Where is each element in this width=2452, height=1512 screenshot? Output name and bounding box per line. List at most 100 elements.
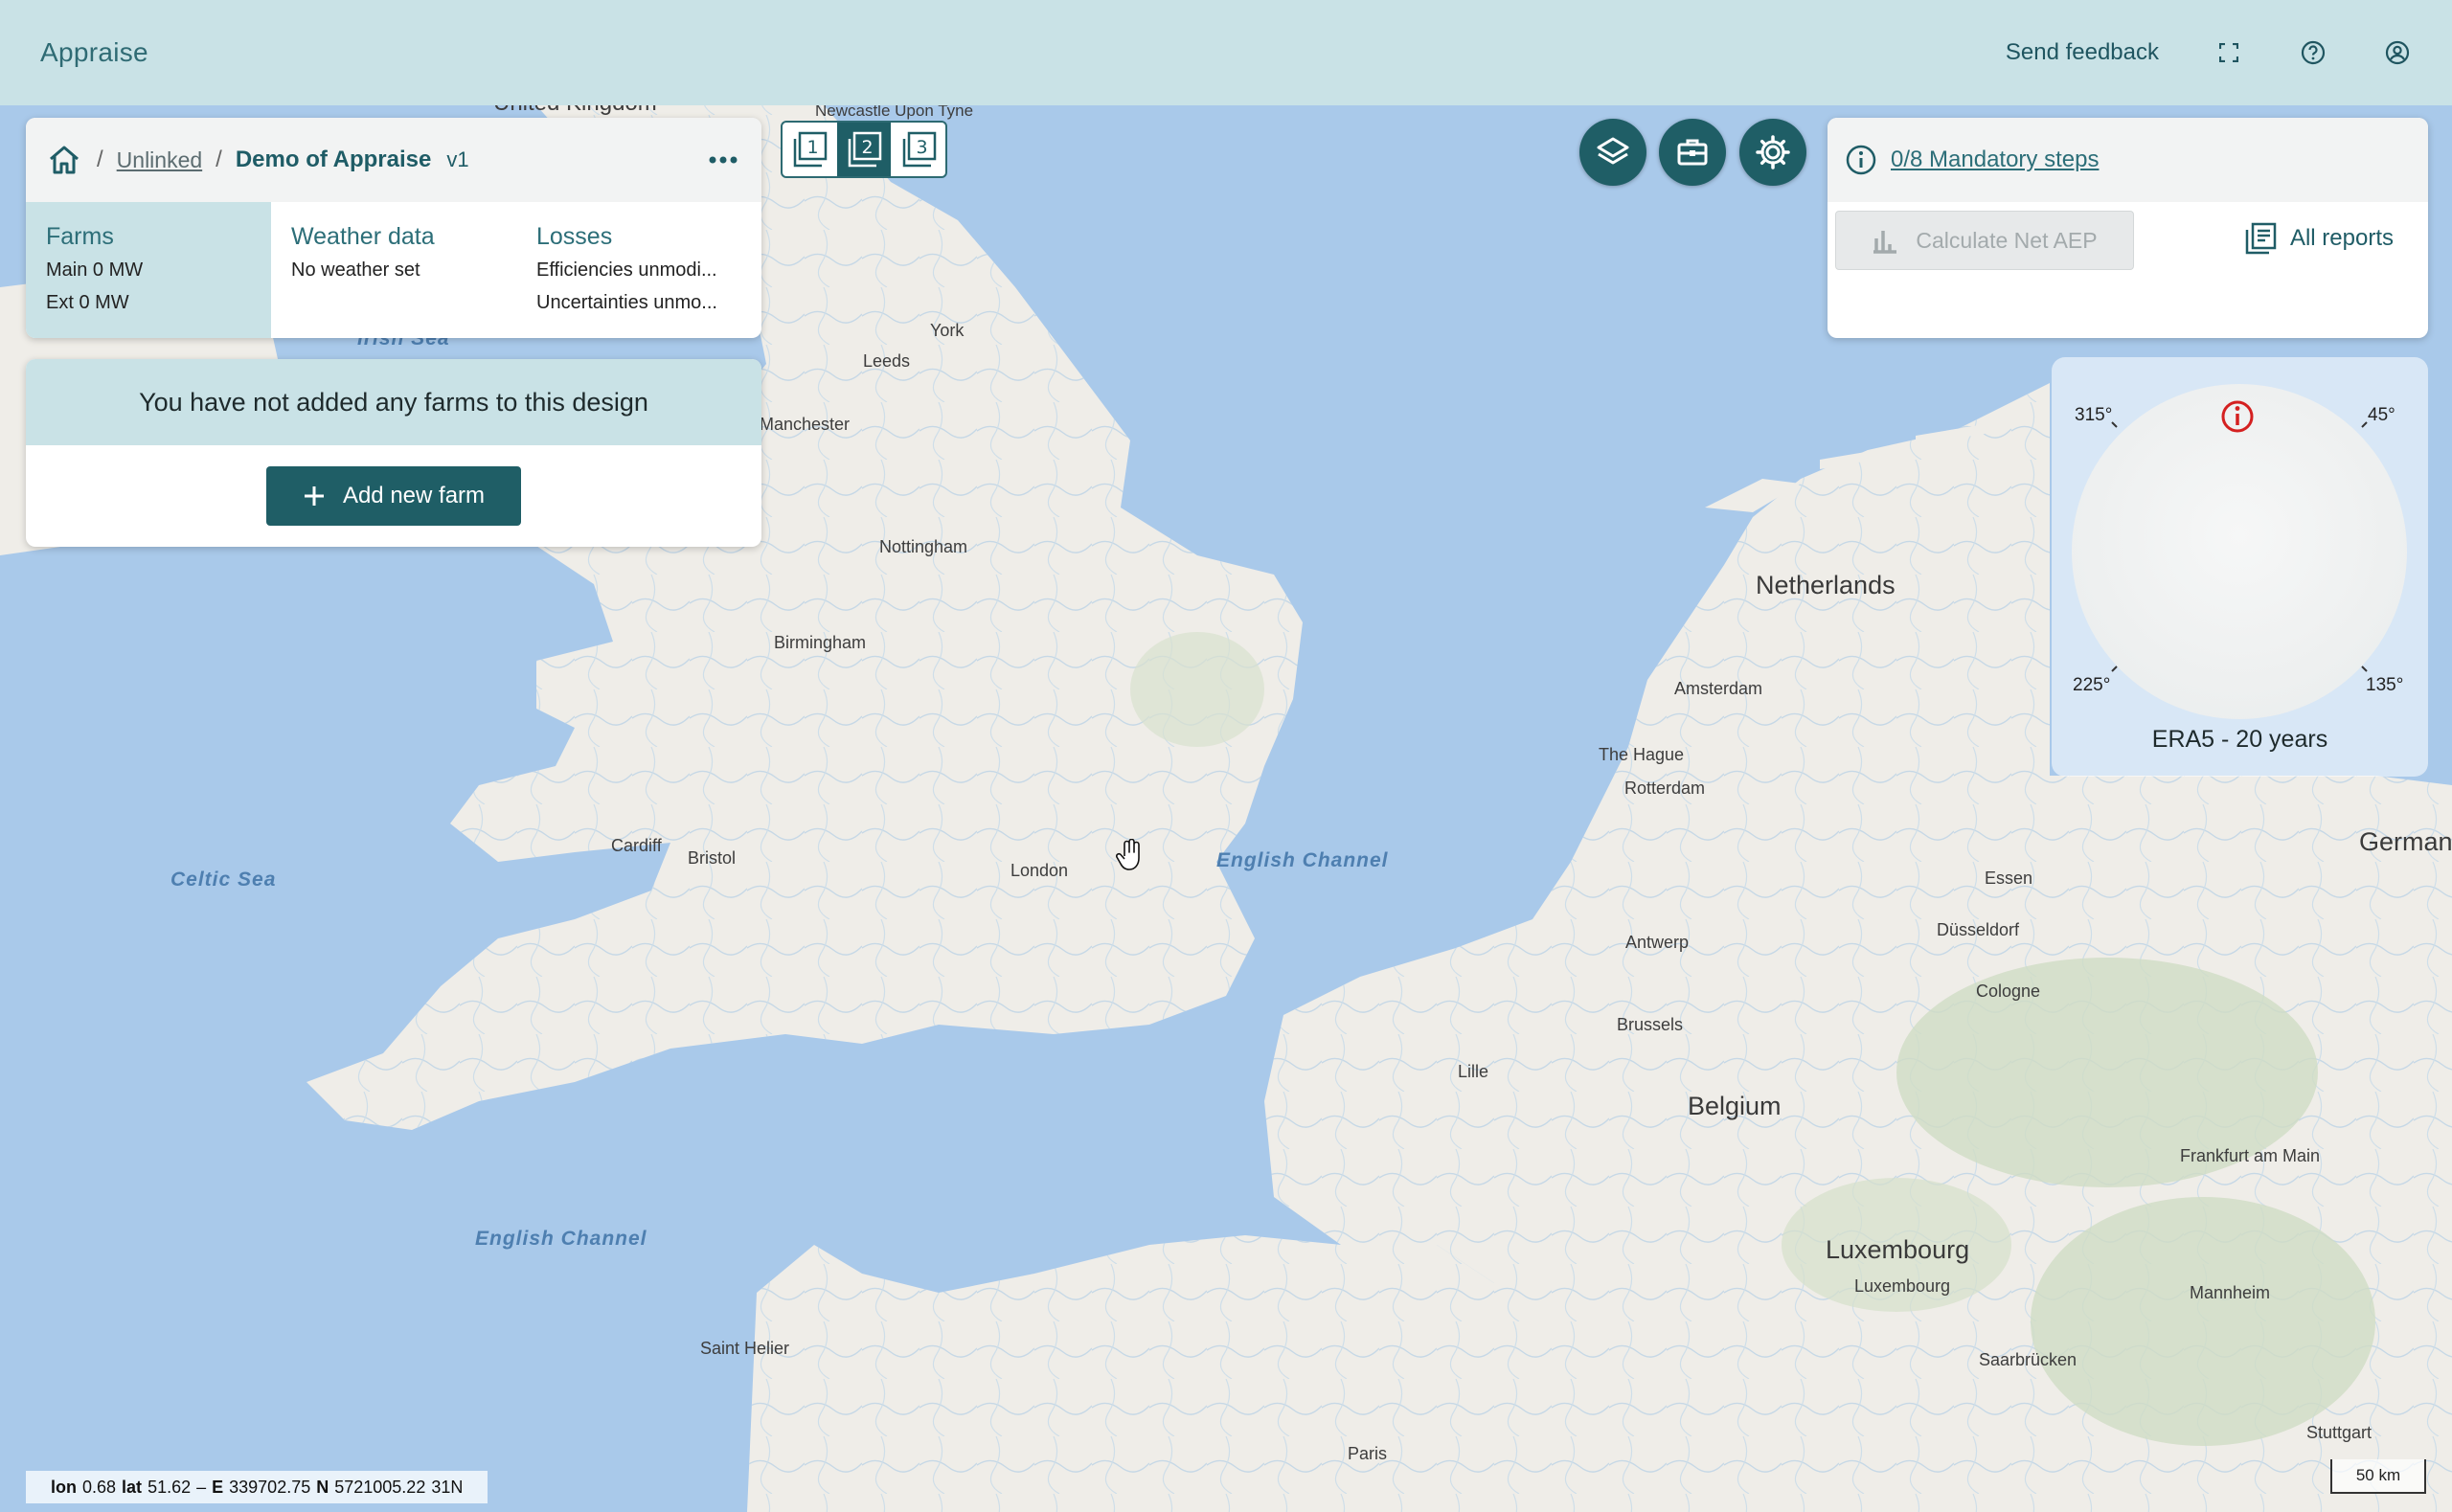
tab-farms-title: Farms — [46, 223, 114, 250]
layers-icon — [1597, 137, 1629, 165]
topbar-actions: Send feedback — [2006, 38, 2412, 67]
design-version[interactable]: v1 — [446, 147, 468, 172]
svg-text:3: 3 — [916, 137, 927, 158]
place-label: Cardiff — [611, 836, 662, 855]
place-label: German — [2359, 827, 2452, 856]
layout-1-button[interactable]: 1 — [783, 123, 837, 176]
send-feedback-link[interactable]: Send feedback — [2006, 39, 2159, 66]
place-label: Rotterdam — [1624, 779, 1706, 798]
tab-farms[interactable]: Farms Main 0 MW Ext 0 MW — [26, 202, 271, 338]
bar-chart-icon — [1873, 231, 1897, 254]
place-label: Essen — [1985, 869, 2033, 888]
place-label: York — [930, 321, 965, 340]
utm-zone: 31N — [431, 1477, 464, 1497]
degree-label-315: 315° — [2075, 405, 2113, 425]
tab-losses[interactable]: Losses Efficiencies unmodi... Uncertaint… — [516, 202, 761, 338]
breadcrumb: / Unlinked / Demo of Appraise v1 — [26, 118, 761, 202]
place-label: Brussels — [1617, 1015, 1684, 1034]
top-bar: Appraise Send feedback — [0, 0, 2452, 105]
place-label: Belgium — [1688, 1092, 1782, 1120]
place-label: Newcastle Upon Tyne — [815, 105, 974, 120]
layout-3-button[interactable]: 3 — [891, 123, 945, 176]
place-label: Manchester — [760, 415, 851, 434]
add-new-farm-button[interactable]: Add new farm — [266, 466, 521, 526]
layers-button[interactable] — [1579, 119, 1646, 186]
place-label: The Hague — [1599, 745, 1685, 764]
farms-ext-capacity: Ext 0 MW — [46, 292, 129, 313]
lat-label: lat — [122, 1477, 143, 1497]
breadcrumb-project-link[interactable]: Unlinked — [117, 147, 203, 173]
tab-weather-title: Weather data — [291, 223, 435, 250]
place-label: Netherlands — [1756, 571, 1896, 599]
place-label: London — [1010, 861, 1069, 880]
place-label: Lille — [1458, 1062, 1489, 1081]
design-tabs: Farms Main 0 MW Ext 0 MW Weather data No… — [26, 202, 761, 338]
place-label: Frankfurt am Main — [2180, 1146, 2321, 1165]
place-label: English Channel — [475, 1228, 647, 1250]
breadcrumb-separator: / — [216, 147, 222, 172]
map-scale-bar: 50 km — [2330, 1459, 2426, 1494]
place-label: Bristol — [688, 848, 737, 868]
northing-value: 5721005.22 — [334, 1477, 426, 1497]
place-label: Luxembourg — [1854, 1276, 1951, 1296]
layout-2-button[interactable]: 2 — [836, 123, 892, 176]
breadcrumb-design-name[interactable]: Demo of Appraise — [236, 147, 431, 173]
app-title[interactable]: Appraise — [40, 37, 148, 68]
place-label: Luxembourg — [1826, 1235, 1970, 1264]
farms-main-capacity: Main 0 MW — [46, 260, 144, 281]
place-label: Saint Helier — [700, 1339, 790, 1358]
degree-label-225: 225° — [2073, 675, 2111, 695]
more-horizontal-icon[interactable] — [704, 141, 742, 179]
help-icon[interactable] — [2299, 38, 2327, 67]
place-label: Saarbrücken — [1979, 1350, 2077, 1369]
place-label: Düsseldorf — [1937, 920, 2020, 939]
degree-label-45: 45° — [2368, 405, 2395, 425]
lon-value: 0.68 — [82, 1477, 117, 1497]
degree-label-135: 135° — [2366, 675, 2404, 695]
place-label: Stuttgart — [2306, 1423, 2373, 1442]
reports-icon — [2245, 222, 2277, 255]
northing-label: N — [316, 1477, 329, 1497]
account-icon[interactable] — [2383, 38, 2412, 67]
steps-panel: 0/8 Mandatory steps Calculate Net AEP Al… — [1828, 118, 2428, 338]
warning-info-icon[interactable] — [2218, 397, 2257, 436]
coord-separator: – — [196, 1477, 207, 1497]
easting-value: 339702.75 — [229, 1477, 311, 1497]
no-farms-message: You have not added any farms to this des… — [26, 359, 761, 445]
place-label: Amsterdam — [1674, 679, 1763, 698]
coordinate-readout: lon 0.68 lat 51.62 – E 339702.75 N 57210… — [26, 1471, 488, 1503]
toolbox-button[interactable] — [1659, 119, 1726, 186]
calculate-net-aep-label: Calculate Net AEP — [1916, 227, 2098, 253]
easting-label: E — [212, 1477, 224, 1497]
add-new-farm-label: Add new farm — [342, 483, 486, 508]
mandatory-steps-link[interactable]: 0/8 Mandatory steps — [1891, 147, 2099, 173]
calculate-net-aep-button[interactable]: Calculate Net AEP — [1835, 211, 2134, 270]
info-icon — [1846, 145, 1876, 175]
place-label: Mannheim — [2190, 1283, 2271, 1302]
place-label: Nottingham — [879, 537, 968, 556]
place-label: Leeds — [863, 351, 911, 371]
wind-rose-widget[interactable]: 315° 45° 225° 135° ERA5 - 20 years — [2052, 357, 2428, 777]
weather-source-label: ERA5 - 20 years — [2151, 726, 2328, 753]
all-reports-label: All reports — [2289, 225, 2394, 251]
losses-uncertainties: Uncertainties unmo... — [536, 292, 717, 313]
layout-selector: 1 2 3 — [781, 121, 947, 178]
weather-status: No weather set — [291, 260, 420, 281]
breadcrumb-separator: / — [97, 147, 103, 172]
tab-losses-title: Losses — [536, 223, 613, 250]
tab-weather-data[interactable]: Weather data No weather set — [271, 202, 516, 338]
toolbox-icon — [1677, 139, 1708, 166]
place-label: English Channel — [1216, 849, 1389, 871]
fullscreen-icon[interactable] — [2214, 38, 2243, 67]
steps-header: 0/8 Mandatory steps — [1828, 118, 2428, 202]
place-label: Cologne — [1976, 982, 2041, 1001]
settings-gear-icon — [1756, 135, 1790, 169]
lat-value: 51.62 — [148, 1477, 192, 1497]
home-icon[interactable] — [45, 141, 83, 179]
place-label: Paris — [1348, 1444, 1388, 1463]
place-label: Celtic Sea — [170, 869, 277, 891]
all-reports-button[interactable]: All reports — [2244, 222, 2394, 255]
design-panel: / Unlinked / Demo of Appraise v1 Farms M… — [26, 118, 761, 338]
settings-button[interactable] — [1739, 119, 1806, 186]
svg-text:1: 1 — [807, 137, 819, 158]
